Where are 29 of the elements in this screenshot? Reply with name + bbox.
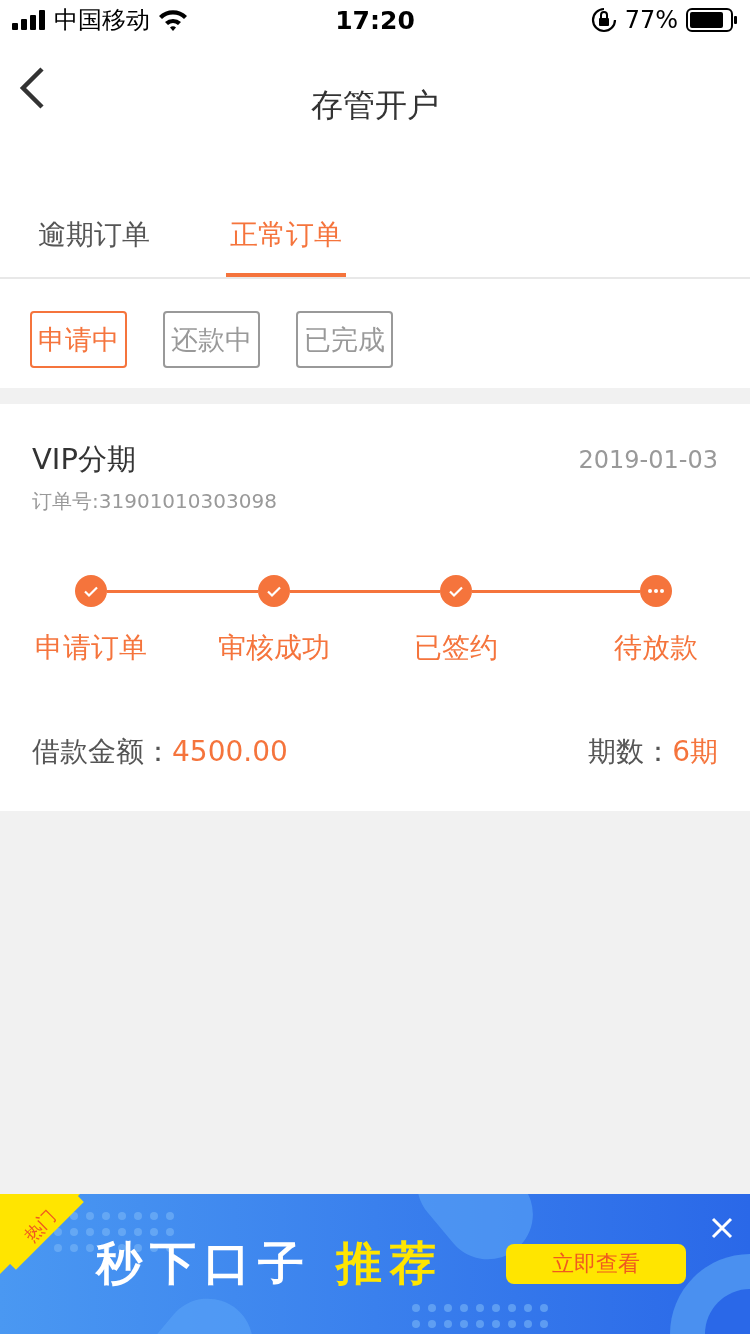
amount-value: 4500.00 [172, 735, 288, 768]
step-label: 审核成功 [218, 630, 330, 666]
carrier-name: 中国移动 [54, 5, 150, 36]
filter-chip[interactable]: 还款中 [163, 311, 260, 368]
close-icon [710, 1216, 734, 1240]
battery-percent: 77% [624, 6, 678, 34]
order-number: 订单号:31901010303098 [32, 488, 278, 515]
order-date: 2019-01-03 [578, 446, 718, 474]
ad-banner[interactable]: 热门 秒下口子 推荐 立即查看 [0, 1194, 750, 1334]
status-time: 17:20 [334, 5, 416, 35]
periods-value: 6期 [672, 735, 718, 768]
banner-headline: 秒下口子 推荐 [96, 1235, 444, 1292]
battery-icon [686, 8, 738, 32]
rotation-lock-icon [590, 7, 617, 33]
back-icon [18, 66, 46, 110]
filter-chip[interactable]: 申请中 [30, 311, 127, 368]
order-title: VIP分期 [32, 441, 136, 478]
signal-icon [12, 10, 46, 30]
step-label: 待放款 [614, 630, 698, 666]
order-tab[interactable]: 逾期订单 [38, 200, 150, 277]
step-label: 已签约 [414, 630, 498, 666]
filter-chip[interactable]: 已完成 [296, 311, 393, 368]
page-title: 存管开户 [310, 85, 440, 126]
amount-label: 借款金额： [32, 735, 172, 768]
periods-label: 期数： [588, 735, 673, 768]
step-label: 申请订单 [35, 630, 147, 666]
view-now-button[interactable]: 立即查看 [506, 1244, 686, 1284]
wifi-icon [158, 9, 188, 31]
order-tab[interactable]: 正常订单 [226, 200, 346, 277]
